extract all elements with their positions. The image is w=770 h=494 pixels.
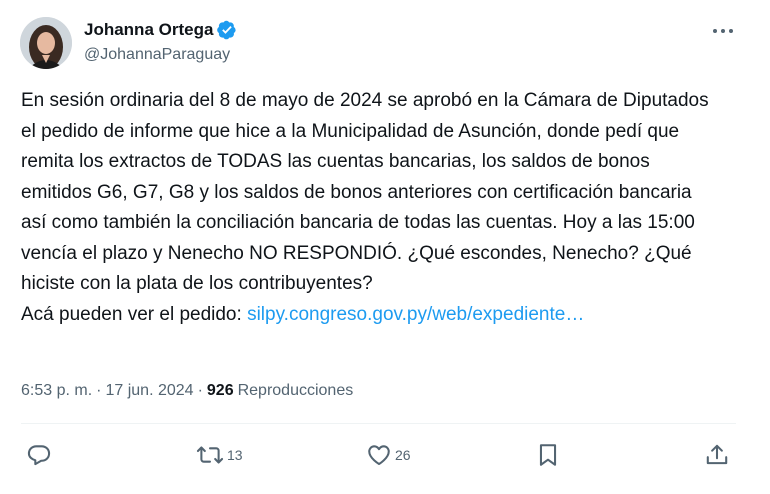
heart-icon: [366, 442, 392, 468]
author-name[interactable]: Johanna Ortega: [84, 19, 213, 41]
divider: [21, 423, 736, 424]
meta-separator: ·: [96, 382, 102, 399]
author-name-row: Johanna Ortega: [84, 19, 237, 41]
like-button[interactable]: 26: [366, 438, 411, 472]
verified-badge-icon: [217, 20, 237, 40]
share-icon: [704, 442, 730, 468]
like-count: 26: [395, 447, 411, 463]
tweet-body: En sesión ordinaria del 8 de mayo de 202…: [21, 90, 709, 325]
retweet-icon: [196, 442, 224, 468]
share-button[interactable]: [704, 438, 733, 472]
tweet-card: Johanna Ortega @JohannaParaguay En sesió…: [0, 0, 770, 494]
retweet-button[interactable]: 13: [196, 438, 243, 472]
reply-button[interactable]: [26, 438, 55, 472]
reply-icon: [26, 442, 52, 468]
avatar-image: [20, 17, 72, 69]
more-icon[interactable]: [710, 18, 736, 44]
tweet-text: En sesión ordinaria del 8 de mayo de 202…: [21, 86, 721, 330]
bookmark-button[interactable]: [536, 438, 563, 472]
meta-separator: ·: [197, 382, 203, 399]
bookmark-icon: [536, 442, 560, 468]
tweet-date[interactable]: 17 jun. 2024: [105, 379, 193, 403]
action-bar: 13 26: [0, 438, 770, 472]
tweet-meta: 6:53 p. m. · 17 jun. 2024 · 926 Reproduc…: [21, 379, 353, 403]
views-label: Reproducciones: [237, 382, 354, 399]
tweet-time[interactable]: 6:53 p. m.: [21, 379, 92, 403]
avatar[interactable]: [20, 17, 72, 69]
views-count: 926: [206, 382, 234, 399]
retweet-count: 13: [227, 447, 243, 463]
author-handle[interactable]: @JohannaParaguay: [84, 44, 230, 66]
tweet-link[interactable]: silpy.congreso.gov.py/web/expediente…: [247, 304, 584, 325]
